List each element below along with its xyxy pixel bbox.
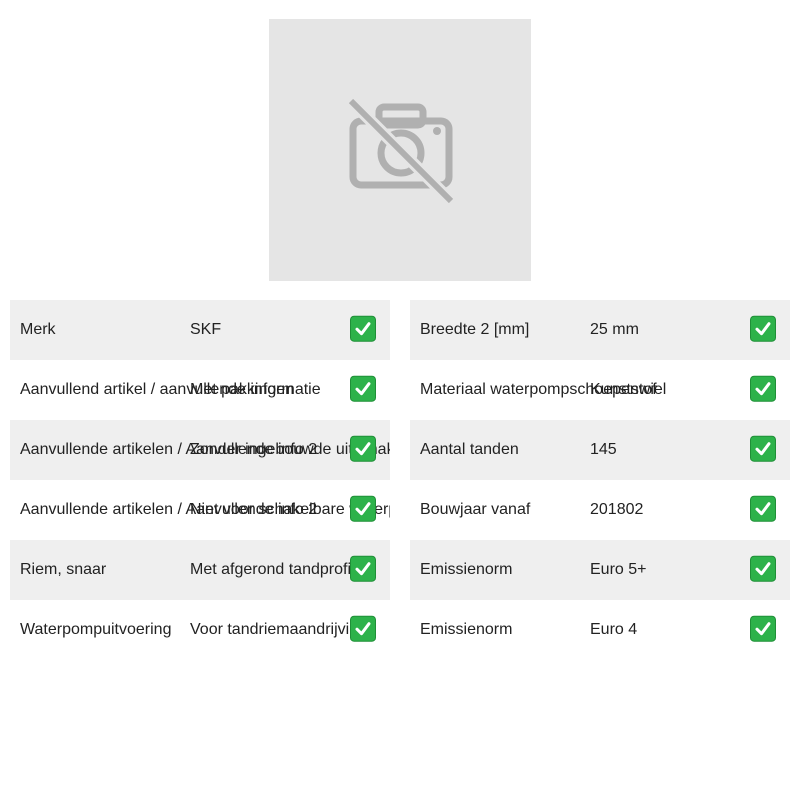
spec-value: 201802 [590,501,644,518]
spec-label: Riem, snaar [20,561,107,578]
spec-value: SKF [190,321,222,338]
table-row: Materiaal waterpompschoepenwiel Kunststo… [410,360,790,420]
table-row: Waterpompuitvoering Voor tandriemaandrij… [10,600,390,660]
spec-table-right: Breedte 2 [mm] 25 mm Materiaal waterpomp… [410,300,790,660]
table-row: Emissienorm Euro 5+ [410,540,790,600]
spec-value: 145 [590,441,617,458]
spec-label: Aantal tanden [420,441,519,458]
spec-value: Met afgerond tandprofiel [190,561,364,578]
spec-value: Kunststof [590,381,657,398]
spec-label: Waterpompuitvoering [20,621,172,638]
check-icon [750,375,776,402]
table-row: Bouwjaar vanaf 201802 [410,480,790,540]
check-icon [750,315,776,342]
product-image-placeholder [269,19,531,281]
table-row: Aantal tanden 145 [410,420,790,480]
check-icon [350,375,376,402]
check-icon [750,615,776,642]
table-row: Aanvullende artikelen / Aanvullende info… [10,420,390,480]
spec-value: Met pakkingen [190,381,295,398]
spec-label: Bouwjaar vanaf [420,501,531,518]
table-row: Aanvullend artikel / aanvullende informa… [10,360,390,420]
check-icon [350,315,376,342]
no-photo-icon [349,99,453,203]
check-icon [350,435,376,462]
check-icon [350,495,376,522]
spec-table-left: Merk SKF Aanvullend artikel / aanvullend… [10,300,390,660]
table-row: Merk SKF [10,300,390,360]
check-icon [750,435,776,462]
spec-value: Euro 4 [590,621,638,638]
spec-label: Breedte 2 [mm] [420,321,530,338]
table-row: Aanvullende artikelen / Aanvullende info… [10,480,390,540]
spec-label: Emissienorm [420,621,513,638]
table-row: Breedte 2 [mm] 25 mm [410,300,790,360]
table-row: Emissienorm Euro 4 [410,600,790,660]
spec-value: Euro 5+ [590,561,647,578]
spec-value: Voor tandriemaandrijving [190,621,367,638]
table-row: Riem, snaar Met afgerond tandprofiel [10,540,390,600]
spec-label: Merk [20,321,56,338]
spec-label: Emissienorm [420,561,513,578]
spec-value: 25 mm [590,321,639,338]
check-icon [350,555,376,582]
check-icon [750,555,776,582]
check-icon [750,495,776,522]
check-icon [350,615,376,642]
